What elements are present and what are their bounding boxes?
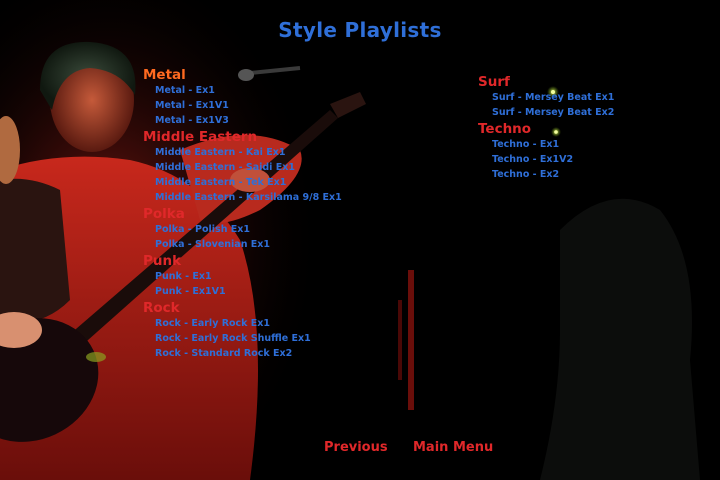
playlist-link[interactable]: Metal - Ex1V1 <box>143 98 463 113</box>
category-items: Polka - Polish Ex1 Polka - Slovenian Ex1 <box>143 222 463 252</box>
playlist-link[interactable]: Middle Eastern - Saidi Ex1 <box>143 160 463 175</box>
playlist-link[interactable]: Techno - Ex2 <box>478 167 708 182</box>
playlist-link[interactable]: Middle Eastern - Karsilama 9/8 Ex1 <box>143 190 463 205</box>
category-heading-techno: Techno <box>478 121 532 137</box>
category-heading-punk: Punk <box>143 253 182 269</box>
playlist-link[interactable]: Metal - Ex1V3 <box>143 113 463 128</box>
category-heading-surf: Surf <box>478 74 510 90</box>
category-items: Rock - Early Rock Ex1 Rock - Early Rock S… <box>143 316 463 361</box>
playlist-link[interactable]: Rock - Standard Rock Ex2 <box>143 346 463 361</box>
playlist-link[interactable]: Middle Eastern - Tek Ex1 <box>143 175 463 190</box>
category-items: Middle Eastern - Kai Ex1 Middle Eastern -… <box>143 145 463 205</box>
playlist-link[interactable]: Middle Eastern - Kai Ex1 <box>143 145 463 160</box>
category-heading-middle-eastern: Middle Eastern <box>143 129 258 145</box>
playlist-column-right: Surf Surf - Mersey Beat Ex1 Surf - Mersey … <box>478 74 708 183</box>
playlist-link[interactable]: Metal - Ex1 <box>143 83 463 98</box>
playlist-link[interactable]: Techno - Ex1 <box>478 137 708 152</box>
playlist-link[interactable]: Rock - Early Rock Ex1 <box>143 316 463 331</box>
playlist-link[interactable]: Surf - Mersey Beat Ex2 <box>478 105 708 120</box>
playlist-link[interactable]: Surf - Mersey Beat Ex1 <box>478 90 708 105</box>
category-heading-polka: Polka <box>143 206 185 222</box>
category-items: Metal - Ex1 Metal - Ex1V1 Metal - Ex1V3 <box>143 83 463 128</box>
menu-screen: Style Playlists Metal Metal - Ex1 Metal - … <box>0 0 720 480</box>
previous-button[interactable]: Previous <box>324 440 388 455</box>
page-title: Style Playlists <box>278 18 442 42</box>
category-heading-metal: Metal <box>143 67 186 83</box>
playlist-link[interactable]: Polka - Slovenian Ex1 <box>143 237 463 252</box>
playlist-column-left: Metal Metal - Ex1 Metal - Ex1V1 Metal - Ex1… <box>143 67 463 362</box>
main-menu-button[interactable]: Main Menu <box>413 440 493 455</box>
category-items: Punk - Ex1 Punk - Ex1V1 <box>143 269 463 299</box>
category-items: Surf - Mersey Beat Ex1 Surf - Mersey Beat… <box>478 90 708 120</box>
category-heading-rock: Rock <box>143 300 180 316</box>
category-items: Techno - Ex1 Techno - Ex1V2 Techno - Ex2 <box>478 137 708 182</box>
playlist-link[interactable]: Techno - Ex1V2 <box>478 152 708 167</box>
playlist-link[interactable]: Rock - Early Rock Shuffle Ex1 <box>143 331 463 346</box>
playlist-link[interactable]: Polka - Polish Ex1 <box>143 222 463 237</box>
playlist-link[interactable]: Punk - Ex1 <box>143 269 463 284</box>
playlist-link[interactable]: Punk - Ex1V1 <box>143 284 463 299</box>
